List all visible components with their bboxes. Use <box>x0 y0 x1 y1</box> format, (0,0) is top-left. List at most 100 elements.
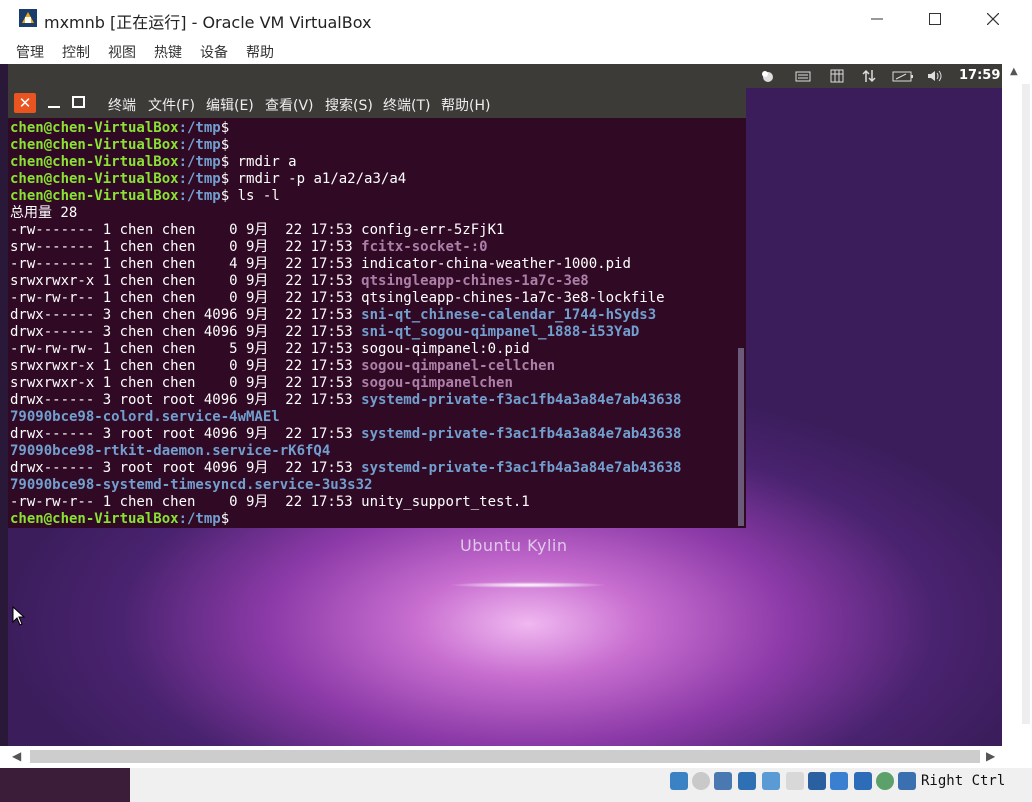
file-meta: drwx------ 3 chen chen 4096 9月 22 17:53 <box>10 307 362 323</box>
terminal-line: -rw-rw-r-- 1 chen chen 0 9月 22 17:53 uni… <box>10 494 736 511</box>
prompt-path: :/tmp <box>178 154 221 170</box>
optical-drive-icon[interactable] <box>692 772 710 790</box>
keyboard-icon[interactable] <box>795 68 811 84</box>
file-meta: -rw-rw-r-- 1 chen chen 0 9月 22 17:53 <box>10 494 362 510</box>
scroll-left-arrow-icon[interactable]: ◀ <box>12 749 21 763</box>
prompt-path: :/tmp <box>178 137 221 153</box>
scroll-right-arrow-icon[interactable]: ▶ <box>986 749 995 763</box>
keyboard-capture-icon[interactable] <box>898 772 916 790</box>
usb-icon[interactable] <box>762 772 780 790</box>
terminal-minimize-button[interactable] <box>48 106 60 108</box>
weather-icon[interactable] <box>760 68 776 84</box>
audio-icon[interactable] <box>714 772 732 790</box>
close-button[interactable] <box>964 0 1022 38</box>
terminal-titlebar: ✕ 终端 文件(F) 编辑(E) 查看(V) 搜索(S) 终端(T) 帮助(H) <box>8 88 746 118</box>
terminal-maximize-button[interactable] <box>72 96 85 108</box>
menubar: 管理 控制 视图 热键 设备 帮助 <box>0 38 1032 64</box>
virtualization-icon[interactable] <box>854 772 872 790</box>
menu-manage[interactable]: 管理 <box>16 42 44 62</box>
command-text: ls -l <box>229 188 280 204</box>
video-capture-icon[interactable] <box>830 772 848 790</box>
terminal-menu-search[interactable]: 搜索(S) <box>325 95 373 115</box>
terminal-line: -rw------- 1 chen chen 0 9月 22 17:53 con… <box>10 222 736 239</box>
menu-view[interactable]: 视图 <box>108 42 136 62</box>
wallpaper-glow <box>448 582 608 588</box>
file-name: sogou-qimpanel:0.pid <box>361 341 530 357</box>
file-name: unity_support_test.1 <box>361 494 530 510</box>
terminal-menu-help[interactable]: 帮助(H) <box>441 95 490 115</box>
file-meta: -rw------- 1 chen chen 0 9月 22 17:53 <box>10 222 362 238</box>
horizontal-scroll-thumb[interactable] <box>30 750 980 763</box>
scroll-up-arrow-icon[interactable]: ▲ <box>1010 66 1018 77</box>
file-name: fcitx-socket-:0 <box>361 239 488 255</box>
prompt-user: chen@chen-VirtualBox <box>10 154 179 170</box>
menu-hotkeys[interactable]: 热键 <box>154 42 182 62</box>
terminal-line: chen@chen-VirtualBox:/tmp$ ls -l <box>10 188 736 205</box>
mouse-integration-icon[interactable] <box>876 772 894 790</box>
menu-devices[interactable]: 设备 <box>200 42 228 62</box>
minimize-icon <box>871 18 883 20</box>
horizontal-scrollbar[interactable]: ◀ ▶ <box>0 746 1032 768</box>
file-name: 79090bce98-colord.service-4wMAEl <box>10 409 280 425</box>
close-icon <box>987 13 999 25</box>
command-text: rmdir a <box>229 154 297 170</box>
terminal-menu-view[interactable]: 查看(V) <box>265 95 314 115</box>
terminal-line: srwxrwxr-x 1 chen chen 0 9月 22 17:53 sog… <box>10 358 736 375</box>
network-icon[interactable] <box>861 68 877 84</box>
file-meta: -rw-rw-r-- 1 chen chen 0 9月 22 17:53 <box>10 290 362 306</box>
command-text: rmdir -p a1/a2/a3/a4 <box>229 171 407 187</box>
terminal-line: drwx------ 3 root root 4096 9月 22 17:53 … <box>10 460 736 477</box>
calendar-icon[interactable] <box>829 68 845 84</box>
file-meta: drwx------ 3 chen chen 4096 9月 22 17:53 <box>10 324 362 340</box>
terminal-line: chen@chen-VirtualBox:/tmp$ <box>10 511 736 528</box>
maximize-button[interactable] <box>906 0 964 38</box>
display-icon[interactable] <box>808 772 826 790</box>
statusbar-host-strip <box>0 768 130 802</box>
prompt-path: :/tmp <box>178 188 221 204</box>
menu-control[interactable]: 控制 <box>62 42 90 62</box>
volume-icon[interactable] <box>926 68 942 84</box>
vertical-scroll-track[interactable] <box>1022 84 1030 724</box>
prompt-path: :/tmp <box>178 511 221 527</box>
file-name: sogou-qimpanel-cellchen <box>361 358 556 374</box>
terminal-menu-file[interactable]: 文件(F) <box>148 95 195 115</box>
battery-icon[interactable] <box>892 68 914 84</box>
terminal-line: chen@chen-VirtualBox:/tmp$ rmdir a <box>10 154 736 171</box>
terminal-line: drwx------ 3 chen chen 4096 9月 22 17:53 … <box>10 307 736 324</box>
file-name: qtsingleapp-chines-1a7c-3e8-lockfile <box>361 290 665 306</box>
prompt-path: :/tmp <box>178 120 221 136</box>
terminal-line: -rw-rw-rw- 1 chen chen 5 9月 22 17:53 sog… <box>10 341 736 358</box>
vm-display[interactable]: 17:59 ✕ 终端 文件(F) 编辑(E) 查看(V) 搜索(S) 终端(T)… <box>8 64 1002 746</box>
file-meta: drwx------ 3 root root 4096 9月 22 17:53 <box>10 460 362 476</box>
prompt-user: chen@chen-VirtualBox <box>10 171 179 187</box>
command-text <box>229 511 237 527</box>
mouse-pointer-icon <box>12 606 26 626</box>
file-meta: srw------- 1 chen chen 0 9月 22 17:53 <box>10 239 362 255</box>
terminal-line: -rw------- 1 chen chen 4 9月 22 17:53 ind… <box>10 256 736 273</box>
terminal-output[interactable]: chen@chen-VirtualBox:/tmp$ chen@chen-Virt… <box>10 120 736 528</box>
terminal-menu-terminal-t[interactable]: 终端(T) <box>383 95 430 115</box>
terminal-line: srwxrwxr-x 1 chen chen 0 9月 22 17:53 sog… <box>10 375 736 392</box>
file-meta: -rw-rw-rw- 1 chen chen 5 9月 22 17:53 <box>10 341 362 357</box>
file-meta: -rw------- 1 chen chen 4 9月 22 17:53 <box>10 256 362 272</box>
file-name: systemd-private-f3ac1fb4a3a84e7ab43638 <box>361 392 682 408</box>
clock[interactable]: 17:59 <box>959 68 1000 83</box>
maximize-icon <box>929 13 941 25</box>
terminal-scrollbar[interactable] <box>738 348 744 526</box>
terminal-menu-terminal[interactable]: 终端 <box>108 95 136 115</box>
terminal-menu-edit[interactable]: 编辑(E) <box>206 95 254 115</box>
close-icon: ✕ <box>18 94 32 112</box>
prompt-user: chen@chen-VirtualBox <box>10 511 179 527</box>
minimize-button[interactable] <box>848 0 906 38</box>
file-meta: drwx------ 3 root root 4096 9月 22 17:53 <box>10 426 362 442</box>
terminal-line: -rw-rw-r-- 1 chen chen 0 9月 22 17:53 qts… <box>10 290 736 307</box>
shared-folders-icon[interactable] <box>786 772 804 790</box>
file-name: sni-qt_chinese-calendar_1744-hSyds3 <box>361 307 657 323</box>
network-adapter-icon[interactable] <box>738 772 756 790</box>
terminal-close-button[interactable]: ✕ <box>14 93 36 113</box>
menu-help[interactable]: 帮助 <box>246 42 274 62</box>
prompt-user: chen@chen-VirtualBox <box>10 120 179 136</box>
file-name: sogou-qimpanelchen <box>361 375 513 391</box>
hard-disk-icon[interactable] <box>670 772 688 790</box>
prompt-symbol: $ <box>220 137 230 153</box>
